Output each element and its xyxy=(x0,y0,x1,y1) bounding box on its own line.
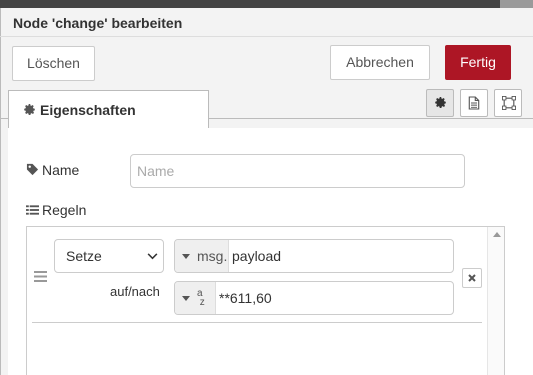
rule-row-divider xyxy=(32,322,482,323)
property-value: payload xyxy=(232,248,282,264)
cog-icon xyxy=(24,103,35,116)
done-button[interactable]: Fertig xyxy=(445,45,511,80)
caret-down-icon xyxy=(182,296,190,301)
rules-label: Regeln xyxy=(26,202,86,218)
string-type-icon: a z xyxy=(197,288,205,308)
file-text-icon xyxy=(468,96,480,110)
window-icon xyxy=(502,96,516,110)
scroll-up-arrow-icon[interactable] xyxy=(493,232,501,237)
tag-icon xyxy=(26,163,39,176)
list-icon xyxy=(26,203,39,215)
name-input[interactable]: Name xyxy=(130,154,465,188)
cog-icon xyxy=(435,96,446,109)
caret-down-icon xyxy=(182,254,190,259)
rule-value: **611,60 xyxy=(219,290,272,306)
description-tab-button[interactable] xyxy=(460,89,488,117)
node-settings-tab-button[interactable] xyxy=(426,89,454,117)
rule-value-input[interactable]: a z **611,60 xyxy=(174,281,454,315)
rule-operation-value: Setze xyxy=(66,248,102,264)
top-strip-gap xyxy=(500,0,533,8)
tab-properties-label: Eigenschaften xyxy=(40,102,136,118)
rules-label-text: Regeln xyxy=(42,202,87,218)
top-window-strip xyxy=(0,0,533,8)
remove-icon xyxy=(468,274,476,282)
name-label-text: Name xyxy=(42,162,80,178)
cancel-button[interactable]: Abbrechen xyxy=(330,45,430,80)
dialog-title: Node 'change' bearbeiten xyxy=(13,15,183,31)
property-type-button[interactable]: msg. xyxy=(175,240,229,272)
rule-operation-select[interactable]: Setze xyxy=(54,239,164,273)
chevron-down-icon xyxy=(147,253,158,260)
value-type-button[interactable]: a z xyxy=(175,282,216,314)
property-type-label: msg. xyxy=(197,248,228,264)
remove-rule-button[interactable] xyxy=(462,268,482,288)
tab-properties[interactable]: Eigenschaften xyxy=(8,90,209,129)
name-label: Name xyxy=(26,162,79,178)
rules-scrollbar[interactable] xyxy=(487,227,504,375)
drag-handle-icon[interactable] xyxy=(34,271,47,282)
appearance-tab-button[interactable] xyxy=(494,89,522,117)
rule-property-input[interactable]: msg. payload xyxy=(174,239,454,273)
to-label: auf/nach xyxy=(110,284,160,299)
title-divider xyxy=(0,36,533,37)
delete-button[interactable]: Löschen xyxy=(12,46,95,81)
